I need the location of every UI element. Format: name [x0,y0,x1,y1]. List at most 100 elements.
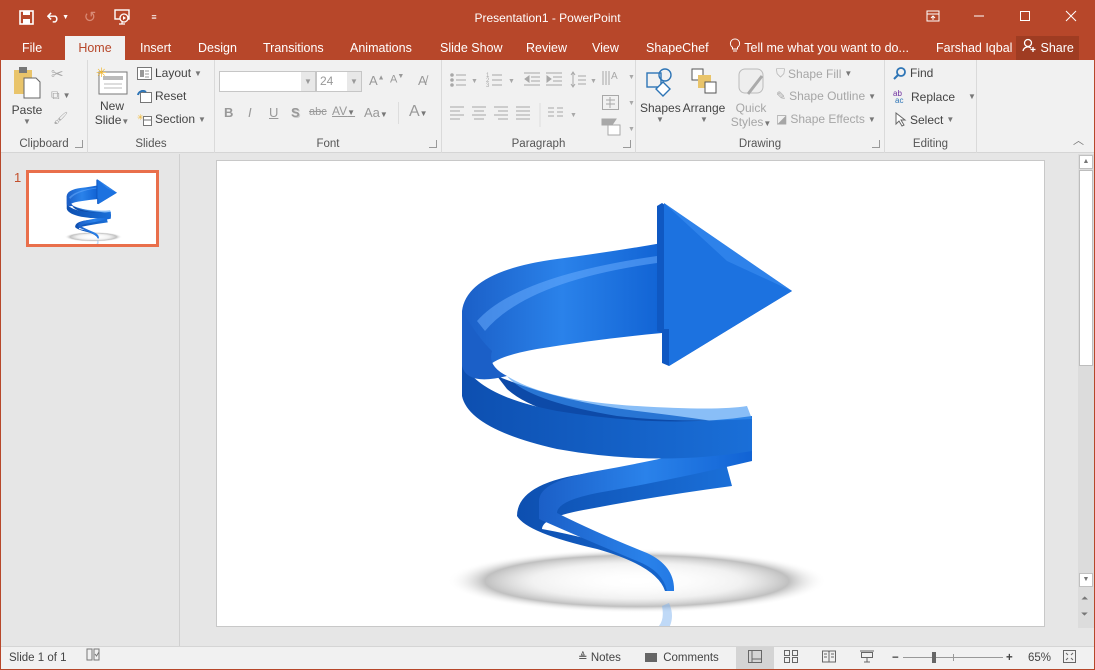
change-case-label: Aa [364,105,380,120]
align-left-icon [450,106,464,120]
tab-insert[interactable]: Insert [132,36,179,60]
decrease-font-size-icon[interactable]: A▼ [390,73,404,86]
quick-styles-label-2: Styles [730,115,764,129]
slide-sorter-button[interactable] [784,647,798,669]
font-color-button[interactable]: A▼ [409,103,428,121]
underline-button[interactable]: U [269,105,278,120]
svg-text:3: 3 [486,83,490,89]
replace-button[interactable]: ab ac Replace ▼ [893,89,976,104]
paragraph-launcher-icon[interactable] [623,140,631,148]
shape-outline-button[interactable]: ✎ Shape Outline ▼ [776,89,876,103]
share-button[interactable]: Share [1016,36,1079,60]
arrange-button[interactable]: Arrange ▼ [682,66,726,124]
scroll-up-icon[interactable]: ▲ [1079,155,1093,169]
minimize-icon[interactable] [956,0,1002,32]
zoom-in-button[interactable]: + [1006,647,1013,669]
reset-button[interactable]: Reset [137,89,186,103]
font-size-dropdown-icon[interactable]: ▼ [347,72,361,91]
previous-slide-icon[interactable]: ⏶ [1081,594,1088,603]
tab-animations[interactable]: Animations [342,36,420,60]
status-bar: Slide 1 of 1 ≜ Notes Comments − + 65% [1,646,1094,669]
italic-button[interactable]: I [248,105,252,120]
vertical-scrollbar[interactable]: ▲ ▼ ⏶ ⏷ [1078,154,1094,628]
slide-counter: Slide 1 of 1 [9,652,67,664]
collapse-ribbon-icon[interactable]: ︿ [1073,132,1084,148]
paste-dropdown-icon[interactable]: ▼ [9,117,45,126]
close-icon[interactable] [1048,0,1094,32]
bullets-icon [450,73,466,87]
spiral-arrow-image[interactable] [217,161,1045,627]
shape-effects-button[interactable]: ◪ Shape Effects ▼ [776,112,876,126]
copy-button[interactable]: ⧉ ▼ [51,88,71,103]
drawing-group-label: Drawing [738,138,782,150]
character-spacing-button[interactable]: AV▼ [332,104,355,118]
tab-design[interactable]: Design [190,36,245,60]
change-case-button[interactable]: Aa▼ [364,105,388,120]
normal-view-icon [748,650,762,663]
strikethrough-button[interactable]: abc [309,106,327,118]
tab-slide-show[interactable]: Slide Show [432,36,511,60]
new-slide-button[interactable]: ✳ New Slide▼ [94,66,130,127]
shapes-icon [646,68,672,97]
svg-text:✳: ✳ [96,66,107,81]
paste-button[interactable]: Paste ▼ [9,66,45,126]
fit-slide-button[interactable] [1063,647,1076,669]
tab-shapechef[interactable]: ShapeChef [638,36,717,60]
pencil-outline-icon: ✎ [776,89,787,103]
tab-transitions[interactable]: Transitions [255,36,332,60]
thumbnail-number: 1 [14,170,22,185]
paragraph-controls: ▼ 123 ▼ ▼ A ▼ ▼ ▼ ▼ [450,71,635,136]
font-size-combo[interactable]: 24 ▼ [316,71,362,92]
font-color-label: A [409,103,420,120]
zoom-slider-thumb[interactable] [931,652,936,663]
zoom-slider[interactable] [903,652,1003,663]
scroll-down-icon[interactable]: ▼ [1079,573,1093,587]
slide-show-button[interactable] [860,647,874,669]
clear-formatting-icon[interactable]: A̸ [418,73,427,88]
quick-styles-icon [738,68,764,95]
ribbon-display-options-icon[interactable] [910,0,956,32]
tab-review[interactable]: Review [518,36,575,60]
quick-styles-button[interactable]: Quick Styles▼ [730,66,772,129]
user-account[interactable]: Farshad Iqbal [936,36,1012,60]
find-button[interactable]: Find [893,66,933,80]
tell-me-search[interactable]: Tell me what you want to do... [729,36,909,60]
shape-fill-button[interactable]: ⛉ Shape Fill ▼ [776,66,852,81]
font-name-dropdown-icon[interactable]: ▼ [301,72,315,91]
share-person-icon [1022,38,1040,55]
spell-check-icon[interactable] [86,647,100,669]
text-shadow-button[interactable]: S [291,105,300,120]
format-painter-button[interactable]: 🖌 [53,111,68,125]
tab-view[interactable]: View [584,36,627,60]
tab-file[interactable]: File [14,36,50,60]
layout-button[interactable]: Layout ▼ [137,66,202,80]
select-button[interactable]: Select ▼ [895,112,954,127]
next-slide-icon[interactable]: ⏷ [1081,610,1088,619]
cut-button[interactable]: ✂ [51,65,64,83]
reading-view-button[interactable] [822,647,836,669]
font-launcher-icon[interactable] [429,140,437,148]
new-slide-icon: ✳ [96,66,128,95]
drawing-launcher-icon[interactable] [872,140,880,148]
increase-font-size-icon[interactable]: A▲ [369,73,385,88]
tab-home[interactable]: Home [65,36,125,60]
zoom-out-button[interactable]: − [892,647,899,669]
maximize-icon[interactable] [1002,0,1048,32]
notes-button[interactable]: ≜ Notes [578,647,621,669]
normal-view-button[interactable] [736,647,774,669]
reset-label: Reset [155,89,187,103]
comments-button[interactable]: Comments [645,647,719,669]
section-button[interactable]: ✳ Section ▼ [137,112,206,126]
slide-thumbnail-1[interactable] [26,170,159,247]
slide-canvas[interactable] [216,160,1045,627]
group-drawing: Shapes ▼ Arrange ▼ Quick Styles▼ ⛉ Shape … [636,60,885,153]
bold-button[interactable]: B [224,105,233,120]
zoom-level[interactable]: 65% [1028,647,1051,669]
notes-label: Notes [590,652,621,664]
svg-text:▼: ▼ [570,112,577,119]
scrollbar-thumb[interactable] [1079,170,1093,366]
clipboard-launcher-icon[interactable] [75,140,83,148]
font-name-combo[interactable]: ▼ [219,71,316,92]
shapes-button[interactable]: Shapes ▼ [640,66,681,124]
arrange-icon [691,68,717,94]
